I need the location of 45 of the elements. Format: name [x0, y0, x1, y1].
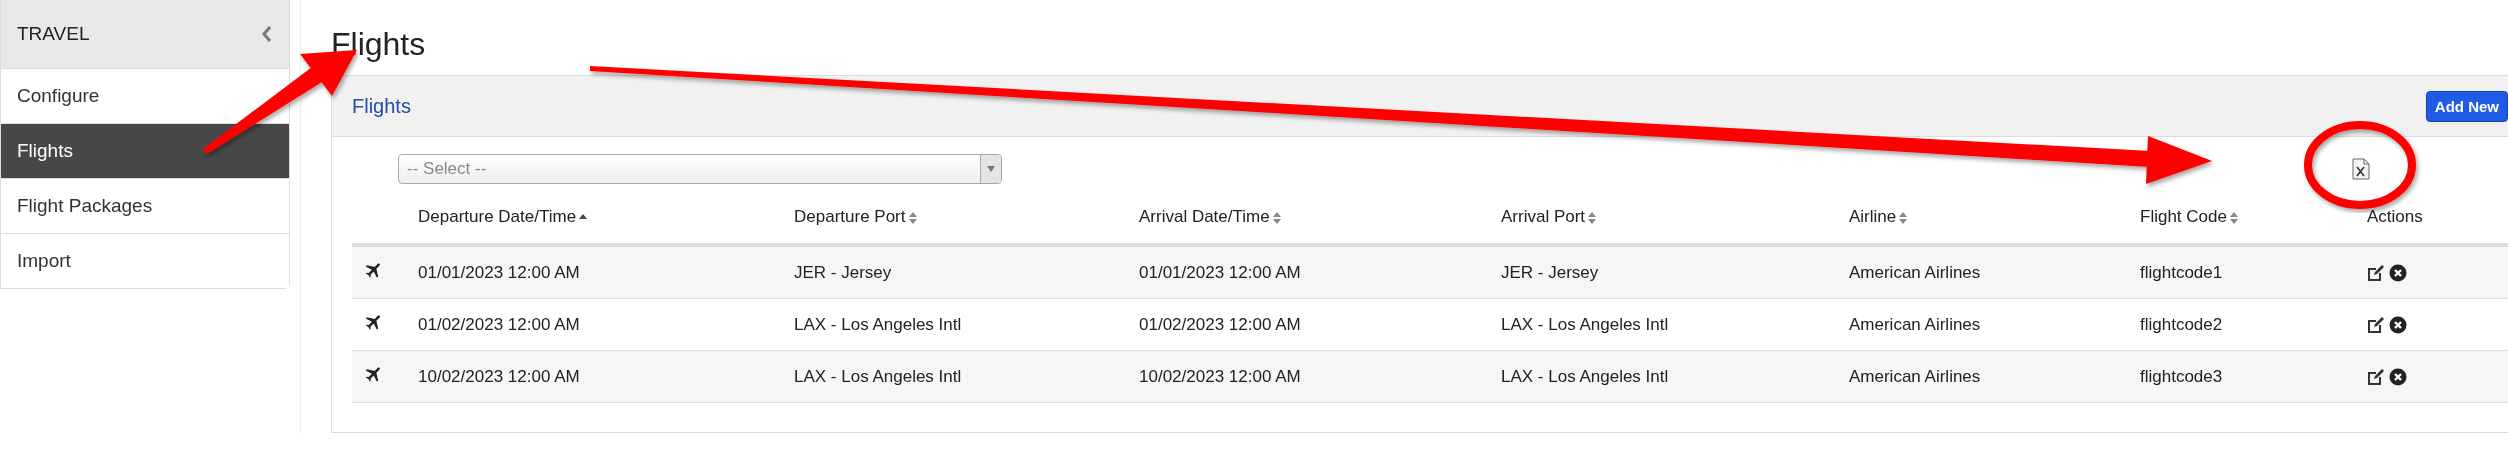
column-header[interactable]: Flight Code [2140, 207, 2239, 226]
sort-icon[interactable] [1271, 210, 1282, 225]
add-new-button[interactable]: Add New [2425, 90, 2508, 122]
table-cell: American Airlines [1849, 366, 1981, 386]
column-header: Actions [2367, 207, 2423, 226]
edit-icon[interactable] [2367, 367, 2385, 386]
table-cell: 01/02/2023 12:00 AM [418, 314, 580, 334]
edit-icon[interactable] [2367, 263, 2385, 282]
delete-icon[interactable] [2389, 263, 2407, 282]
table-cell: flightcode1 [2140, 262, 2223, 282]
table-cell: 10/02/2023 12:00 AM [418, 366, 580, 386]
table-cell: 01/02/2023 12:00 AM [1139, 314, 1301, 334]
table-cell: JER - Jersey [1501, 262, 1599, 282]
table-cell: American Airlines [1849, 262, 1981, 282]
delete-icon[interactable] [2389, 367, 2407, 386]
sidebar-title: TRAVEL [17, 23, 90, 45]
sort-icon[interactable] [1587, 210, 1598, 225]
table-cell: LAX - Los Angeles Intl [1501, 366, 1669, 386]
table-cell: LAX - Los Angeles Intl [794, 366, 962, 386]
table-cell: 01/01/2023 12:00 AM [418, 262, 580, 282]
table-cell: JER - Jersey [794, 262, 892, 282]
table-cell: flightcode2 [2140, 314, 2223, 334]
table-cell: 01/01/2023 12:00 AM [1139, 262, 1301, 282]
sort-icon[interactable] [2228, 210, 2239, 225]
panel-title: Flights [352, 94, 411, 118]
chevron-left-icon[interactable] [261, 25, 273, 43]
select-field[interactable]: -- Select -- [398, 154, 1002, 184]
table-cell: LAX - Los Angeles Intl [794, 314, 962, 334]
sidebar-item[interactable]: Flights [1, 124, 289, 179]
edit-icon[interactable] [2367, 315, 2385, 334]
sort-icon[interactable] [1898, 210, 1909, 225]
delete-icon[interactable] [2389, 315, 2407, 334]
table-cell: LAX - Los Angeles Intl [1501, 314, 1669, 334]
column-header[interactable]: Arrival Port [1501, 207, 1598, 226]
dropdown-caret-icon[interactable] [986, 165, 996, 173]
table-cell: American Airlines [1849, 314, 1981, 334]
page-title: Flights [331, 26, 426, 63]
sort-icon[interactable] [907, 210, 918, 225]
excel-export-icon[interactable] [2352, 158, 2370, 180]
column-header[interactable]: Departure Port [794, 207, 918, 226]
column-header[interactable]: Departure Date/Time [418, 207, 589, 226]
table-cell: 10/02/2023 12:00 AM [1139, 366, 1301, 386]
table-cell: flightcode3 [2140, 366, 2223, 386]
column-header[interactable]: Airline [1849, 207, 1909, 226]
column-header[interactable]: Arrival Date/Time [1139, 207, 1282, 226]
